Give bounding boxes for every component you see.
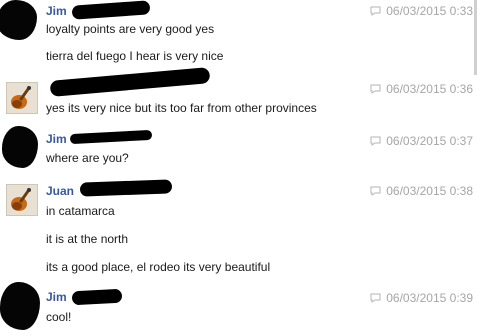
message-text: it is at the north bbox=[46, 232, 129, 246]
message-text: its a good place, el rodeo its very beau… bbox=[46, 260, 271, 274]
chat-bubble-icon bbox=[370, 84, 381, 94]
chat-bubble-icon bbox=[370, 6, 381, 16]
message-timestamp: 06/03/2015 0:39 bbox=[370, 291, 473, 305]
chat-bubble-icon bbox=[370, 136, 381, 146]
message-timestamp: 06/03/2015 0:33 bbox=[370, 4, 473, 18]
redacted-surname bbox=[71, 0, 151, 20]
message-text: where are you? bbox=[46, 151, 129, 165]
author-name[interactable]: Juan bbox=[46, 184, 74, 198]
chat-bubble-icon bbox=[370, 186, 381, 196]
message-text: cool! bbox=[46, 310, 72, 324]
avatar[interactable] bbox=[0, 282, 40, 330]
message-text: tierra del fuego I hear is very nice bbox=[46, 49, 224, 63]
message-text: in catamarca bbox=[46, 204, 115, 218]
author-name[interactable]: Jim bbox=[46, 4, 67, 18]
message-timestamp: 06/03/2015 0:36 bbox=[370, 82, 473, 96]
author-name[interactable]: Jim bbox=[46, 132, 67, 146]
avatar[interactable] bbox=[6, 184, 38, 216]
author-name[interactable]: Jim bbox=[46, 290, 67, 304]
redacted-surname bbox=[79, 179, 173, 197]
avatar[interactable] bbox=[0, 0, 37, 40]
chat-bubble-icon bbox=[370, 293, 381, 303]
avatar[interactable] bbox=[2, 126, 38, 168]
message-text: yes its very nice but its too far from o… bbox=[46, 101, 317, 115]
redacted-surname bbox=[71, 288, 123, 306]
message-text: loyalty points are very good yes bbox=[46, 22, 215, 36]
redacted-author-name bbox=[49, 67, 211, 97]
avatar[interactable] bbox=[6, 82, 38, 114]
message-timestamp: 06/03/2015 0:38 bbox=[370, 184, 473, 198]
message-timestamp: 06/03/2015 0:37 bbox=[370, 134, 473, 148]
chat-thread: Jim 06/03/2015 0:33 loyalty points are v… bbox=[0, 0, 477, 336]
redacted-surname bbox=[69, 129, 153, 145]
